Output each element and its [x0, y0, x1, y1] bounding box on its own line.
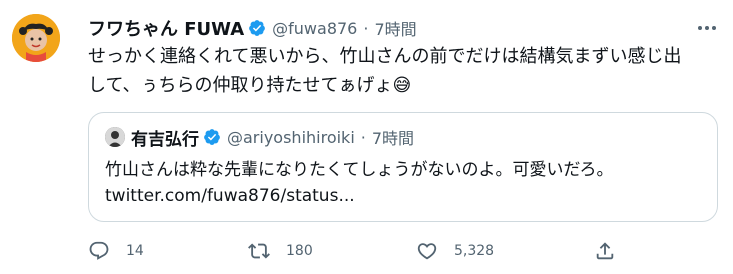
- tweet-text: せっかく連絡くれて悪いから、竹山さんの前でだけは結構気まずい感じ出 して、ぅちら…: [88, 42, 708, 100]
- retweet-icon: [248, 243, 270, 259]
- quote-text: 竹山さんは粋な先輩になりたくてしょうがないのよ。可愛いだろ。: [105, 160, 614, 180]
- tweet-text-line-2: して、ぅちらの仲取り持たせてぁげょ😅: [88, 75, 412, 96]
- more-options-icon[interactable]: [695, 16, 719, 40]
- author-handle[interactable]: @fuwa876: [272, 19, 357, 38]
- reply-icon: [89, 241, 109, 260]
- quote-link[interactable]: twitter.com/fuwa876/status...: [105, 183, 705, 209]
- tweet-actions: 14 180 5,328: [88, 234, 728, 268]
- quote-separator-dot: ·: [360, 127, 366, 147]
- retweet-button[interactable]: 180: [248, 234, 313, 268]
- like-count: 5,328: [454, 243, 495, 259]
- separator-dot: ·: [363, 18, 369, 38]
- tweet-time[interactable]: 7時間: [374, 16, 416, 40]
- like-button[interactable]: 5,328: [416, 234, 494, 268]
- quote-header: 有吉弘行 @ariyoshihiroiki · 7時間: [105, 125, 415, 150]
- quote-tweet[interactable]: 有吉弘行 @ariyoshihiroiki · 7時間 竹山さんは粋な先輩になり…: [88, 112, 718, 222]
- retweet-count: 180: [286, 243, 313, 259]
- heart-icon: [417, 243, 437, 260]
- quote-time: 7時間: [371, 129, 415, 148]
- quote-verified-badge-icon: [204, 129, 220, 145]
- reply-count: 14: [126, 243, 144, 259]
- author-avatar[interactable]: [12, 14, 60, 62]
- quote-author-avatar: [105, 127, 125, 147]
- tweet-header: フワちゃん FUWA @fuwa876 · 7時間: [88, 14, 719, 42]
- quote-author-handle: @ariyoshihiroiki: [227, 127, 355, 147]
- author-name[interactable]: フワちゃん FUWA: [88, 15, 244, 41]
- verified-badge-icon: [249, 20, 266, 36]
- share-button[interactable]: [594, 234, 616, 268]
- quote-body: 竹山さんは粋な先輩になりたくてしょうがないのよ。可愛いだろ。 twitter.c…: [105, 157, 705, 209]
- share-icon: [596, 242, 614, 260]
- reply-button[interactable]: 14: [88, 234, 144, 268]
- tweet-text-line-1: せっかく連絡くれて悪いから、竹山さんの前でだけは結構気まずい感じ出: [88, 46, 682, 67]
- quote-author-name: 有吉弘行: [131, 129, 199, 150]
